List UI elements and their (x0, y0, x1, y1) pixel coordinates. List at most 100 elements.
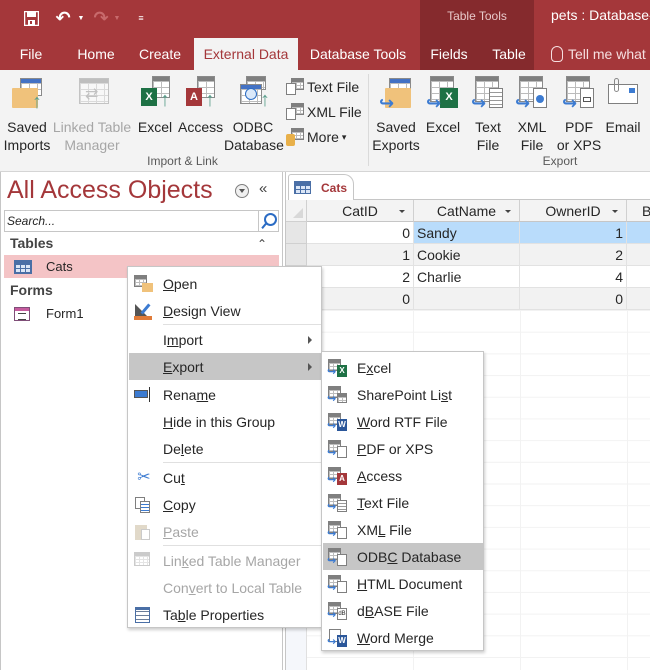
export-menu-item-xml-file[interactable]: ↪ XML File (323, 516, 483, 543)
menu-item-table-properties[interactable]: Table Properties (129, 601, 321, 628)
export-menu-item-excel[interactable]: ↪ X Excel (323, 354, 483, 381)
import-excel-button[interactable]: X ↑ Excel (134, 76, 176, 136)
design-view-icon (134, 302, 154, 320)
cell-partial[interactable] (627, 244, 650, 266)
import-more-button[interactable]: More ▾ (286, 126, 346, 148)
record-selector[interactable] (286, 244, 307, 266)
import-access-button[interactable]: A ↑ Access (178, 76, 223, 136)
undo-dropdown-icon[interactable]: ▼ (76, 8, 86, 28)
menu-item-linked-table-manager: Linked Table Manager (129, 547, 321, 574)
saved-exports-icon: ↪ (379, 76, 413, 112)
tab-table[interactable]: Table (484, 38, 534, 70)
export-text-file-button[interactable]: ↪ Text File (468, 76, 508, 154)
column-header-partial[interactable]: B (627, 200, 650, 222)
excel-icon: ↪ X (327, 358, 348, 377)
export-menu-item-sharepoint-list[interactable]: ↪ SharePoint List (323, 381, 483, 408)
export-menu-item-text-file[interactable]: ↪ Text File (323, 489, 483, 516)
column-header-catname[interactable]: CatName (414, 200, 520, 222)
menu-item-rename[interactable]: Rename (129, 381, 321, 408)
cell-catid[interactable]: 2 (307, 266, 414, 288)
export-menu-item-word-merge[interactable]: ↪ W Word Merge (323, 624, 483, 651)
tab-external-data[interactable]: External Data (194, 38, 298, 70)
export-excel-button[interactable]: X ↪ Excel (422, 76, 464, 136)
export-group-label: Export (542, 154, 578, 168)
record-selector[interactable] (286, 222, 307, 244)
shutter-bar-collapse-icon[interactable]: « (259, 180, 267, 197)
context-menu: Open Design View Import Export Rename Hi… (127, 266, 322, 628)
more-import-icon (286, 128, 304, 146)
tab-database-tools[interactable]: Database Tools (302, 38, 414, 70)
select-all-button[interactable] (286, 200, 307, 222)
cell-ownerid[interactable]: 2 (520, 244, 627, 266)
nav-pane-menu-icon[interactable] (235, 184, 249, 198)
saved-exports-button[interactable]: ↪ Saved Exports (372, 76, 420, 154)
menu-item-open[interactable]: Open (129, 270, 321, 297)
menu-item-paste: Paste (129, 518, 321, 545)
cell-catname[interactable]: Charlie (414, 266, 520, 288)
tab-home[interactable]: Home (66, 38, 126, 70)
import-odbc-database-button[interactable]: ↑ ODBC Database (224, 76, 284, 154)
nav-section-forms[interactable]: Forms (10, 282, 53, 298)
xml-file-import-icon (286, 103, 304, 121)
save-icon[interactable] (20, 8, 42, 28)
nav-pane-title[interactable]: All Access Objects (7, 176, 213, 205)
export-menu-item-html-document[interactable]: ↪ HTML Document (323, 570, 483, 597)
cell-partial[interactable] (627, 222, 650, 244)
menu-item-delete[interactable]: Delete (129, 435, 321, 462)
nav-search-input[interactable] (5, 211, 257, 231)
tab-create[interactable]: Create (130, 38, 190, 70)
menu-item-import[interactable]: Import (129, 326, 321, 353)
tab-file[interactable]: File (8, 38, 54, 70)
export-menu-item-pdf-xps[interactable]: ↪ PDF or XPS (323, 435, 483, 462)
export-menu-item-word-rtf[interactable]: ↪ W Word RTF File (323, 408, 483, 435)
cell-catid[interactable]: 1 (307, 244, 414, 266)
menu-item-copy[interactable]: Copy (129, 491, 321, 518)
cut-icon: ✂ (137, 468, 151, 486)
menu-item-export[interactable]: Export (129, 353, 321, 380)
export-menu-item-dbase-file[interactable]: ↪ dB dBASE File (323, 597, 483, 624)
import-xml-file-button[interactable]: XML File (286, 101, 362, 123)
tell-me-search[interactable]: Tell me what (551, 38, 646, 70)
window-title: pets : Database- (551, 7, 650, 23)
cell-catname[interactable]: Sandy (414, 222, 520, 244)
word-rtf-icon: ↪ W (327, 412, 348, 431)
cell-ownerid[interactable]: 4 (520, 266, 627, 288)
form-icon (14, 306, 32, 321)
export-email-button[interactable]: Email (602, 76, 644, 136)
menu-item-hide-in-group[interactable]: Hide in this Group (129, 408, 321, 435)
cell-ownerid[interactable]: 0 (520, 288, 627, 310)
import-text-file-button[interactable]: Text File (286, 76, 359, 98)
customize-qat-icon[interactable]: ≡ (134, 8, 148, 28)
nav-section-tables[interactable]: Tables (10, 235, 53, 251)
column-filter-dropdown-icon[interactable] (612, 210, 618, 213)
document-tab-cats[interactable]: Cats (288, 174, 354, 200)
cell-catid[interactable]: 0 (307, 288, 414, 310)
column-filter-dropdown-icon[interactable] (399, 210, 405, 213)
collapse-section-icon[interactable]: ⌃ (257, 237, 267, 251)
redo-dropdown-icon: ▼ (113, 14, 121, 22)
cell-catid[interactable]: 0 (307, 222, 414, 244)
undo-icon[interactable]: ↶ (50, 8, 76, 28)
column-filter-dropdown-icon[interactable] (505, 210, 511, 213)
email-icon (606, 76, 640, 112)
export-menu-item-odbc-database[interactable]: ↪ ODBC Database (323, 543, 483, 570)
search-icon[interactable] (258, 211, 278, 231)
cell-partial[interactable] (627, 288, 650, 310)
tab-fields[interactable]: Fields (424, 38, 474, 70)
export-pdf-xps-button[interactable]: ↪ PDF or XPS (556, 76, 602, 154)
cell-catname[interactable] (414, 288, 520, 310)
odbc-database-icon: ↪ (327, 547, 348, 566)
word-merge-icon: ↪ W (327, 628, 348, 647)
saved-imports-button[interactable]: ↑ Saved Imports (2, 76, 52, 154)
menu-item-design-view[interactable]: Design View (129, 297, 321, 324)
export-xml-file-button[interactable]: ↪ XML File (512, 76, 552, 154)
menu-item-cut[interactable]: ✂ Cut (129, 464, 321, 491)
copy-icon (134, 496, 154, 514)
cell-partial[interactable] (627, 266, 650, 288)
export-menu-item-access[interactable]: ↪ A Access (323, 462, 483, 489)
cell-catname[interactable]: Cookie (414, 244, 520, 266)
table-icon (14, 259, 32, 274)
cell-ownerid[interactable]: 1 (520, 222, 627, 244)
column-header-ownerid[interactable]: OwnerID (520, 200, 627, 222)
column-header-catid[interactable]: CatID (307, 200, 414, 222)
